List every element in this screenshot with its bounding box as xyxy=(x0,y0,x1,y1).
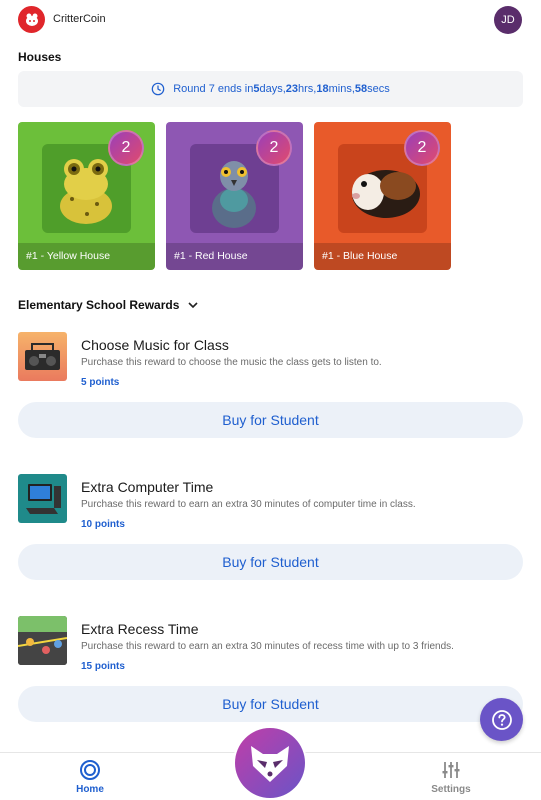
app-title: CritterCoin xyxy=(53,13,106,25)
nav-settings-label: Settings xyxy=(431,784,471,795)
reward-title: Choose Music for Class xyxy=(81,337,229,353)
buy-for-student-button[interactable]: Buy for Student xyxy=(18,544,523,580)
top-bar: CritterCoin JD xyxy=(0,0,541,40)
nav-home[interactable]: Home xyxy=(50,759,130,795)
round-prefix: Round 7 ends in xyxy=(173,83,254,95)
reward-description: Purchase this reward to earn an extra 30… xyxy=(81,499,416,510)
reward-points: 10 points xyxy=(81,519,125,530)
round-countdown: Round 7 ends in 5 days, 23 hrs, 18 mins,… xyxy=(18,71,523,107)
reward-title: Extra Computer Time xyxy=(81,479,214,495)
nav-settings[interactable]: Settings xyxy=(411,759,491,795)
help-button[interactable] xyxy=(480,698,523,741)
home-icon xyxy=(80,760,100,780)
house-count-badge: 2 xyxy=(108,130,144,166)
reward-item: Choose Music for Class Purchase this rew… xyxy=(18,332,523,462)
round-secs: 58 xyxy=(354,83,368,95)
rewards-title: Elementary School Rewards xyxy=(18,298,180,312)
raccoon-icon xyxy=(235,728,305,798)
sliders-icon xyxy=(442,762,460,778)
reward-description: Purchase this reward to earn an extra 30… xyxy=(81,641,454,652)
house-label: #1 - Red House xyxy=(166,243,303,270)
avatar[interactable]: JD xyxy=(494,6,522,34)
buy-for-student-button[interactable]: Buy for Student xyxy=(18,402,523,438)
house-label: #1 - Yellow House xyxy=(18,243,155,270)
house-count-badge: 2 xyxy=(256,130,292,166)
round-hrs: 23 xyxy=(285,83,299,95)
nav-home-label: Home xyxy=(76,784,104,795)
reward-title: Extra Recess Time xyxy=(81,621,199,637)
reward-points: 5 points xyxy=(81,377,120,388)
house-label: #1 - Blue House xyxy=(314,243,451,270)
question-icon xyxy=(491,709,512,730)
round-mins: 18 xyxy=(316,83,329,95)
houses-list: 2 #1 - Yellow House 2 #1 - Red House 2 #… xyxy=(18,122,458,270)
house-card-red[interactable]: 2 #1 - Red House xyxy=(166,122,303,270)
round-hrs-unit: hrs, xyxy=(298,83,317,95)
reward-points: 15 points xyxy=(81,661,125,672)
computer-icon xyxy=(18,474,67,523)
house-count-badge: 2 xyxy=(404,130,440,166)
playground-icon xyxy=(18,616,67,665)
critter-main-button[interactable] xyxy=(233,726,307,800)
house-card-yellow[interactable]: 2 #1 - Yellow House xyxy=(18,122,155,270)
round-days-unit: days, xyxy=(259,83,286,95)
round-mins-unit: mins, xyxy=(328,83,355,95)
critter-logo-icon[interactable] xyxy=(18,6,45,33)
houses-title: Houses xyxy=(18,50,62,64)
clock-icon xyxy=(151,82,165,96)
boombox-icon xyxy=(18,332,67,381)
reward-item: Extra Computer Time Purchase this reward… xyxy=(18,474,523,604)
reward-description: Purchase this reward to choose the music… xyxy=(81,357,382,368)
chevron-down-icon xyxy=(188,302,198,309)
rewards-dropdown[interactable]: Elementary School Rewards xyxy=(18,298,199,312)
house-card-blue[interactable]: 2 #1 - Blue House xyxy=(314,122,451,270)
buy-for-student-button[interactable]: Buy for Student xyxy=(18,686,523,722)
round-secs-unit: secs xyxy=(367,83,390,95)
